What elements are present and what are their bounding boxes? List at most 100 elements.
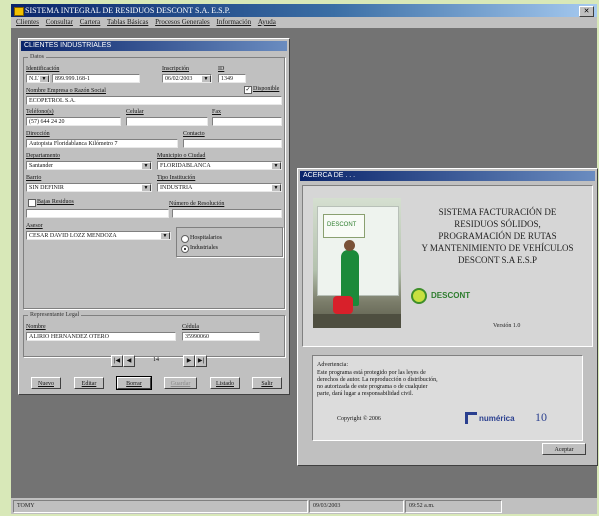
menu-procesos-generales[interactable]: Procesos Generales: [155, 17, 210, 28]
bajas-checkbox[interactable]: [28, 199, 36, 207]
direccion-label: Dirección: [26, 131, 50, 137]
nav-first-button[interactable]: |◀: [111, 355, 123, 367]
about-top-panel: DESCONT SISTEMA FACTURACIÓN DE RESIDUOS …: [302, 185, 593, 347]
chevron-down-icon[interactable]: ▼: [141, 162, 151, 169]
listado-button[interactable]: Listado: [210, 377, 240, 389]
tipo-select[interactable]: INDUSTRIA ▼: [157, 183, 282, 192]
asesor-label: Asesor: [26, 223, 43, 229]
nav-last-button[interactable]: ▶|: [195, 355, 207, 367]
warning-line-3: no autorizada de este programa o de cual…: [317, 384, 428, 390]
numerica-brand: numérica: [479, 414, 515, 423]
disponible-checkbox[interactable]: ✓: [244, 86, 252, 94]
disponible-label: Disponible: [253, 86, 280, 92]
nuevo-button[interactable]: Nuevo: [31, 377, 61, 389]
status-date: 09/03/2003: [309, 500, 404, 513]
app-titlebar: SISTEMA INTEGRAL DE RESIDUOS DESCONT S.A…: [11, 4, 597, 17]
telefono-label: Teléfono(s): [26, 109, 54, 115]
warning-line-2: derechos de autor. La reproducción o dis…: [317, 377, 438, 383]
nombre-field[interactable]: ECOPETROL S.A.: [26, 96, 282, 105]
chevron-down-icon[interactable]: ▼: [141, 184, 151, 191]
chevron-down-icon[interactable]: ▼: [39, 75, 49, 82]
warning-title: Advertencia:: [317, 362, 348, 368]
representante-group-title: Representante Legal: [28, 311, 82, 319]
numerica-mark-icon: [465, 412, 477, 424]
calendar-dropdown-icon[interactable]: ▼: [201, 75, 211, 82]
chevron-down-icon[interactable]: ▼: [271, 162, 281, 169]
departamento-select[interactable]: Santander ▼: [26, 161, 152, 170]
barrio-select[interactable]: SIN DEFINIR ▼: [26, 183, 152, 192]
about-version: Versión 1.0: [493, 323, 521, 329]
salir-button[interactable]: Salir: [252, 377, 282, 389]
about-heading-line-4: Y MANTENIMIENTO DE VEHÍCULOS: [421, 243, 574, 253]
tipo-value: INDUSTRIA: [160, 185, 193, 191]
mdi-area: CLIENTES INDUSTRIALES Datos Identificaci…: [11, 28, 598, 498]
chevron-down-icon[interactable]: ▼: [160, 232, 170, 239]
red-bag: [333, 296, 353, 314]
menu-consultar[interactable]: Consultar: [46, 17, 73, 28]
about-heading-line-5: DESCONT S.A E.S.P: [457, 255, 538, 265]
client-form-title: CLIENTES INDUSTRIALES: [21, 41, 287, 51]
ground: [313, 314, 401, 328]
status-bar: TOMY 09/03/2003 09:52 a.m.: [11, 498, 597, 514]
celular-field[interactable]: [126, 117, 208, 126]
municipio-label: Municipio o Ciudad: [157, 153, 206, 159]
industriales-radio[interactable]: [181, 245, 189, 253]
guardar-button[interactable]: Guardar: [164, 377, 197, 389]
close-button[interactable]: ✕: [579, 6, 594, 17]
municipio-select[interactable]: FLORIDABLANCA ▼: [157, 161, 282, 170]
contacto-label: Contacto: [183, 131, 205, 137]
asesor-value: CESAR DAVID LOZZ MENDOZA: [29, 233, 117, 239]
client-form-window: CLIENTES INDUSTRIALES Datos Identificaci…: [18, 38, 290, 395]
descont-logo: DESCONT: [411, 286, 481, 308]
app-title: SISTEMA INTEGRAL DE RESIDUOS DESCONT S.A…: [25, 6, 231, 15]
id-field[interactable]: 1349: [218, 74, 246, 83]
menu-tablas-basicas[interactable]: Tablas Básicas: [107, 17, 148, 28]
nav-next-button[interactable]: ▶: [183, 355, 195, 367]
about-title: ACERCA DE . . .: [300, 171, 595, 181]
datos-group-title: Datos: [28, 53, 46, 61]
identificacion-type-select[interactable]: N.I.T. ▼: [26, 74, 50, 83]
direccion-field[interactable]: Autopista Floridablanca Kilómetro 7: [26, 139, 178, 148]
nombre-label: Nombre Empresa o Razón Social: [26, 88, 106, 94]
identificacion-label: Identificación: [26, 66, 60, 72]
menu-informacion[interactable]: Información: [216, 17, 251, 28]
about-dialog: ACERCA DE . . . DESCONT SISTEMA FACTURAC…: [297, 168, 598, 466]
logo-text: DESCONT: [327, 222, 357, 228]
menu-ayuda[interactable]: Ayuda: [258, 17, 276, 28]
barrio-label: Barrio: [26, 175, 42, 181]
asesor-select[interactable]: CESAR DAVID LOZZ MENDOZA ▼: [26, 231, 171, 240]
id-label: ID: [218, 66, 225, 72]
menu-bar: Clientes Consultar Cartera Tablas Básica…: [11, 17, 597, 28]
numero-resolucion-field[interactable]: [172, 209, 282, 218]
numerica-suffix: 10: [535, 410, 547, 424]
rep-cedula-field[interactable]: 35990060: [182, 332, 260, 341]
borrar-button[interactable]: Borrar: [116, 376, 152, 390]
identificacion-field[interactable]: 899.999.168-1: [52, 74, 140, 83]
telefono-field[interactable]: (57) 644 24 20: [26, 117, 121, 126]
celular-label: Celular: [126, 109, 144, 115]
editar-button[interactable]: Editar: [74, 377, 104, 389]
about-heading-line-1: SISTEMA FACTURACIÓN DE: [438, 207, 557, 217]
bajas-field[interactable]: [26, 209, 169, 218]
nav-prev-button[interactable]: ◀: [123, 355, 135, 367]
status-time: 09:52 a.m.: [405, 500, 502, 513]
logo-badge: DESCONT: [323, 214, 365, 238]
rep-nombre-field[interactable]: ALIRIO HERNANDEZ OTERO: [26, 332, 176, 341]
tipo-label: Tipo Institución: [157, 175, 196, 181]
desktop: SISTEMA INTEGRAL DE RESIDUOS DESCONT S.A…: [11, 4, 598, 514]
municipio-value: FLORIDABLANCA: [160, 163, 211, 169]
about-heading-line-2: RESIDUOS SÓLIDOS,: [454, 219, 541, 229]
chevron-down-icon[interactable]: ▼: [271, 184, 281, 191]
about-bottom-panel: Advertencia: Este programa está protegid…: [312, 355, 583, 441]
inscripcion-date-field[interactable]: 06/02/2003 ▼: [162, 74, 212, 83]
fax-label: Fax: [212, 109, 221, 115]
hospitalarios-radio[interactable]: [181, 235, 189, 243]
recycle-logo-icon: [411, 288, 427, 304]
aceptar-button[interactable]: Aceptar: [542, 443, 586, 455]
fax-field[interactable]: [212, 117, 282, 126]
menu-clientes[interactable]: Clientes: [16, 17, 39, 28]
app-icon: [14, 7, 24, 16]
rep-nombre-label: Nombre: [26, 324, 46, 330]
contacto-field[interactable]: [183, 139, 282, 148]
menu-cartera[interactable]: Cartera: [80, 17, 101, 28]
